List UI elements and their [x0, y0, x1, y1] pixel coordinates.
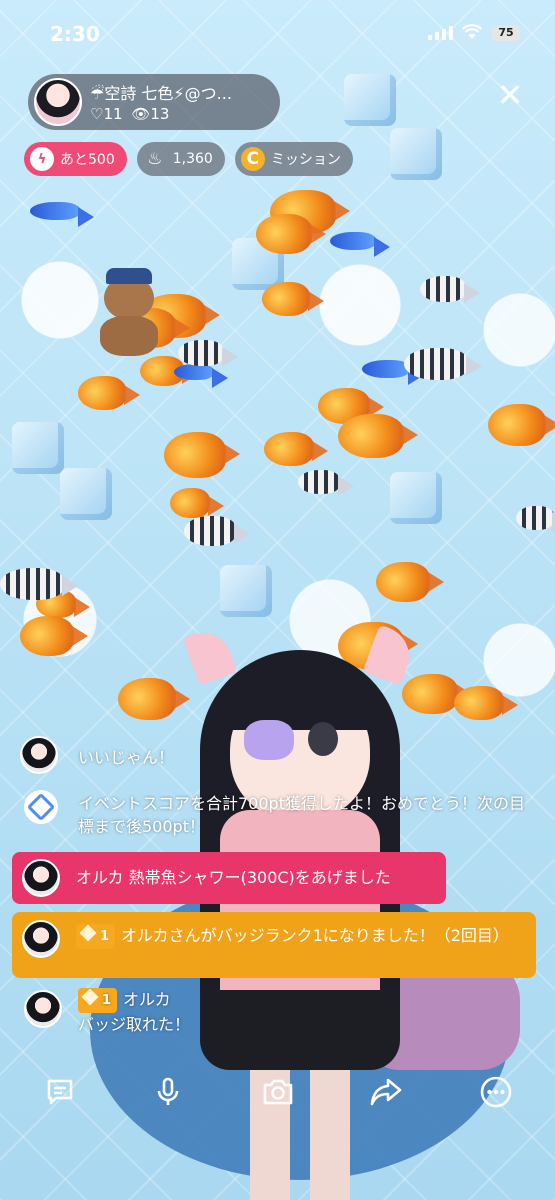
badge-message-line: 1 オルカさんがバッジランク1になりました！（2回目） — [76, 924, 526, 949]
viewer-count: 👁13 — [131, 105, 170, 123]
fish-decoration — [338, 414, 418, 458]
streamer-profile[interactable]: ☔空詩 七色⚡@つ... ♡11 👁13 — [28, 74, 280, 130]
fish-decoration — [362, 360, 424, 385]
heart-badge-icon — [79, 924, 97, 942]
ice-cube-decoration — [344, 74, 396, 126]
event-score-label: 1,360 — [172, 151, 213, 167]
fish-decoration — [170, 488, 224, 518]
bottom-toolbar — [0, 1070, 555, 1114]
cellular-signal-icon — [428, 26, 453, 40]
share-icon — [370, 1078, 402, 1106]
status-time: 2:30 — [50, 22, 100, 46]
status-bar: 2:30 75 — [0, 0, 555, 60]
close-icon[interactable]: ✕ — [494, 79, 526, 112]
fish-decoration — [376, 562, 444, 602]
ice-cube-decoration — [12, 422, 64, 474]
coin-icon: C — [240, 147, 265, 171]
mission-label: ミッション — [270, 152, 341, 168]
camera-icon — [263, 1079, 293, 1105]
ice-cube-decoration — [390, 128, 442, 180]
camera-button[interactable] — [256, 1070, 300, 1114]
more-button[interactable] — [474, 1070, 518, 1114]
fish-decoration — [420, 276, 480, 303]
chat-message: いいじゃん！ — [14, 736, 541, 776]
badge-rank-number: 1 — [102, 993, 112, 1008]
avatar — [22, 920, 60, 958]
flame-icon: ♨ — [147, 149, 163, 169]
ice-cube-decoration — [60, 468, 112, 520]
avatar — [24, 990, 62, 1028]
streamer-stats: ♡11 👁13 — [90, 105, 169, 123]
microphone-icon — [157, 1077, 179, 1105]
battery-icon: 75 — [492, 25, 520, 41]
fish-decoration — [118, 678, 190, 720]
chat-message: 1 オルカ バッジ取れた！ — [14, 988, 541, 1040]
heart-badge-icon — [81, 988, 99, 1006]
gift-message-text: オルカ 熱帯魚シャワー(300C)をあげました — [76, 868, 391, 887]
system-message-text: イベントスコアを合計700pt獲得したよ！おめでとう！次の目標まで後500pt！ — [78, 794, 525, 836]
streamer-avatar[interactable] — [34, 78, 82, 126]
chat-message-text: いいじゃん！ — [78, 748, 175, 767]
fish-decoration — [174, 364, 228, 388]
fish-decoration — [78, 376, 140, 410]
avatar — [22, 859, 60, 897]
badge-rank-number: 1 — [100, 929, 110, 944]
badge-rank-tag: 1 — [78, 988, 118, 1013]
fish-decoration — [262, 282, 324, 316]
fish-decoration — [404, 348, 482, 380]
avatar — [20, 736, 58, 774]
fish-decoration — [30, 202, 94, 227]
streamer-name: ☔空詩 七色⚡@つ... — [90, 84, 232, 103]
fish-decoration — [488, 404, 555, 446]
event-logo-icon — [24, 790, 58, 824]
fish-decoration — [454, 686, 518, 720]
chat-username: オルカ — [123, 990, 171, 1009]
system-message: イベントスコアを合計700pt獲得したよ！おめでとう！次の目標まで後500pt！ — [14, 790, 541, 842]
event-chips: ϟ あと500 ♨ 1,360 C ミッション — [24, 142, 353, 176]
fish-decoration — [0, 568, 78, 600]
ice-cube-decoration — [390, 472, 442, 524]
chat-message-body: 1 オルカ バッジ取れた！ — [78, 988, 190, 1036]
chat-message-text: バッジ取れた！ — [78, 1015, 191, 1034]
badge-rank-message: 1 オルカさんがバッジランク1になりました！（2回目） — [12, 912, 536, 978]
fish-decoration — [264, 432, 328, 466]
fish-decoration — [330, 232, 390, 257]
badge-rank-tag: 1 — [76, 924, 116, 949]
wifi-icon — [462, 24, 482, 39]
event-remaining-label: あと500 — [60, 152, 115, 168]
comment-button[interactable] — [38, 1070, 82, 1114]
lightning-icon: ϟ — [30, 147, 54, 171]
fish-decoration — [20, 616, 88, 656]
fish-decoration — [184, 516, 250, 546]
share-button[interactable] — [364, 1070, 408, 1114]
fish-decoration — [178, 340, 238, 367]
mission-chip[interactable]: C ミッション — [234, 142, 353, 176]
heart-count: ♡11 — [90, 105, 123, 123]
fish-decoration — [256, 214, 326, 254]
event-score-chip[interactable]: ♨ 1,360 — [136, 142, 225, 176]
fish-decoration — [298, 470, 354, 496]
more-icon — [480, 1076, 512, 1108]
event-remaining-chip[interactable]: ϟ あと500 — [24, 142, 127, 176]
badge-message-text: オルカさんがバッジランク1になりました！（2回目） — [121, 926, 509, 945]
comment-icon — [47, 1079, 73, 1105]
fish-decoration — [164, 432, 240, 478]
teddy-bear-sticker — [96, 266, 162, 356]
fish-decoration — [516, 506, 555, 532]
microphone-button[interactable] — [146, 1070, 190, 1114]
gift-message: オルカ 熱帯魚シャワー(300C)をあげました — [12, 852, 446, 904]
